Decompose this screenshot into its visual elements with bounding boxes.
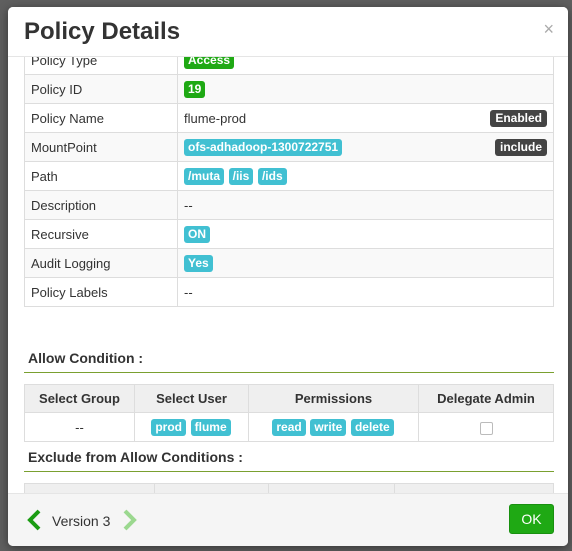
policy-name-cell: flume-prod Enabled (177, 103, 554, 133)
path-label: Path (24, 161, 178, 191)
table-row: Policy Name flume-prod Enabled (24, 103, 554, 133)
exclude-col (154, 483, 269, 493)
table-row: Description -- (24, 190, 554, 220)
policy-name-label: Policy Name (24, 103, 178, 133)
audit-logging-label: Audit Logging (24, 248, 178, 278)
col-select-group: Select Group (24, 384, 135, 413)
col-select-user: Select User (134, 384, 249, 413)
delegate-admin-cell (418, 412, 554, 442)
exclude-col (268, 483, 395, 493)
permission-tag: delete (350, 418, 394, 436)
policy-details-modal: Policy Details × Policy Type Access Poli… (8, 7, 568, 546)
policy-labels-value: -- (177, 277, 554, 307)
recursive-badge: ON (184, 225, 210, 243)
permissions-cell: read write delete (248, 412, 419, 442)
table-row: -- prod flume read write delete (24, 412, 554, 442)
allow-condition-title: Allow Condition : (28, 350, 144, 366)
modal-title: Policy Details (24, 18, 181, 45)
table-row: Recursive ON (24, 219, 554, 249)
delegate-admin-checkbox[interactable] (479, 421, 493, 435)
mountpoint-cell: ofs-adhadoop-1300722751 include (177, 132, 554, 162)
table-row: Policy Labels -- (24, 277, 554, 307)
path-tag: /iis (228, 167, 254, 185)
path-tag: /ids (257, 167, 287, 185)
exclude-col (24, 483, 155, 493)
mountpoint-tag: ofs-adhadoop-1300722751 (184, 138, 343, 156)
table-row: Path /muta /iis /ids (24, 161, 554, 191)
allow-condition-table: Select Group Select User Permissions Del… (24, 384, 554, 442)
policy-id-label: Policy ID (24, 74, 178, 104)
description-label: Description (24, 190, 178, 220)
table-row: Policy ID 19 (24, 74, 554, 104)
exclude-divider (24, 471, 554, 472)
modal-body[interactable]: Policy Type Access Policy ID 19 Policy N… (8, 57, 568, 493)
path-cell: /muta /iis /ids (177, 161, 554, 191)
policy-name-value: flume-prod (184, 110, 247, 126)
user-tag: prod (151, 418, 187, 436)
audit-logging-badge: Yes (184, 254, 213, 272)
description-value: -- (177, 190, 554, 220)
permission-tag: write (310, 418, 347, 436)
policy-details-table: Policy Type Access Policy ID 19 Policy N… (24, 57, 554, 307)
path-tag: /muta (184, 167, 225, 185)
recursive-cell: ON (177, 219, 554, 249)
modal-header: Policy Details × (8, 7, 568, 57)
ok-button[interactable]: OK (509, 504, 554, 534)
mountpoint-label: MountPoint (24, 132, 178, 162)
policy-type-cell: Access (177, 57, 554, 75)
users-cell: prod flume (134, 412, 249, 442)
col-permissions: Permissions (248, 384, 419, 413)
policy-labels-label: Policy Labels (24, 277, 178, 307)
table-row: Policy Type Access (24, 57, 554, 75)
allow-divider (24, 372, 554, 373)
modal-footer: Version 3 OK (8, 493, 568, 546)
exclude-condition-table (24, 483, 554, 493)
chevron-right-icon[interactable] (122, 509, 138, 531)
table-row: MountPoint ofs-adhadoop-1300722751 inclu… (24, 132, 554, 162)
group-value: -- (24, 412, 135, 442)
status-badge: Enabled (490, 110, 547, 127)
policy-id-badge: 19 (184, 80, 206, 98)
exclude-condition-title: Exclude from Allow Conditions : (28, 449, 243, 465)
policy-id-cell: 19 (177, 74, 554, 104)
table-row: Audit Logging Yes (24, 248, 554, 278)
table-header-row (24, 483, 554, 493)
policy-type-badge: Access (184, 57, 235, 69)
policy-type-label: Policy Type (24, 57, 178, 75)
version-label: Version 3 (52, 513, 111, 529)
audit-logging-cell: Yes (177, 248, 554, 278)
col-delegate-admin: Delegate Admin (418, 384, 554, 413)
table-header-row: Select Group Select User Permissions Del… (24, 384, 554, 413)
close-icon[interactable]: × (543, 20, 554, 38)
include-badge: include (494, 139, 547, 156)
user-tag: flume (190, 418, 231, 436)
recursive-label: Recursive (24, 219, 178, 249)
chevron-left-icon[interactable] (26, 509, 42, 531)
permission-tag: read (272, 418, 306, 436)
exclude-col (394, 483, 554, 493)
